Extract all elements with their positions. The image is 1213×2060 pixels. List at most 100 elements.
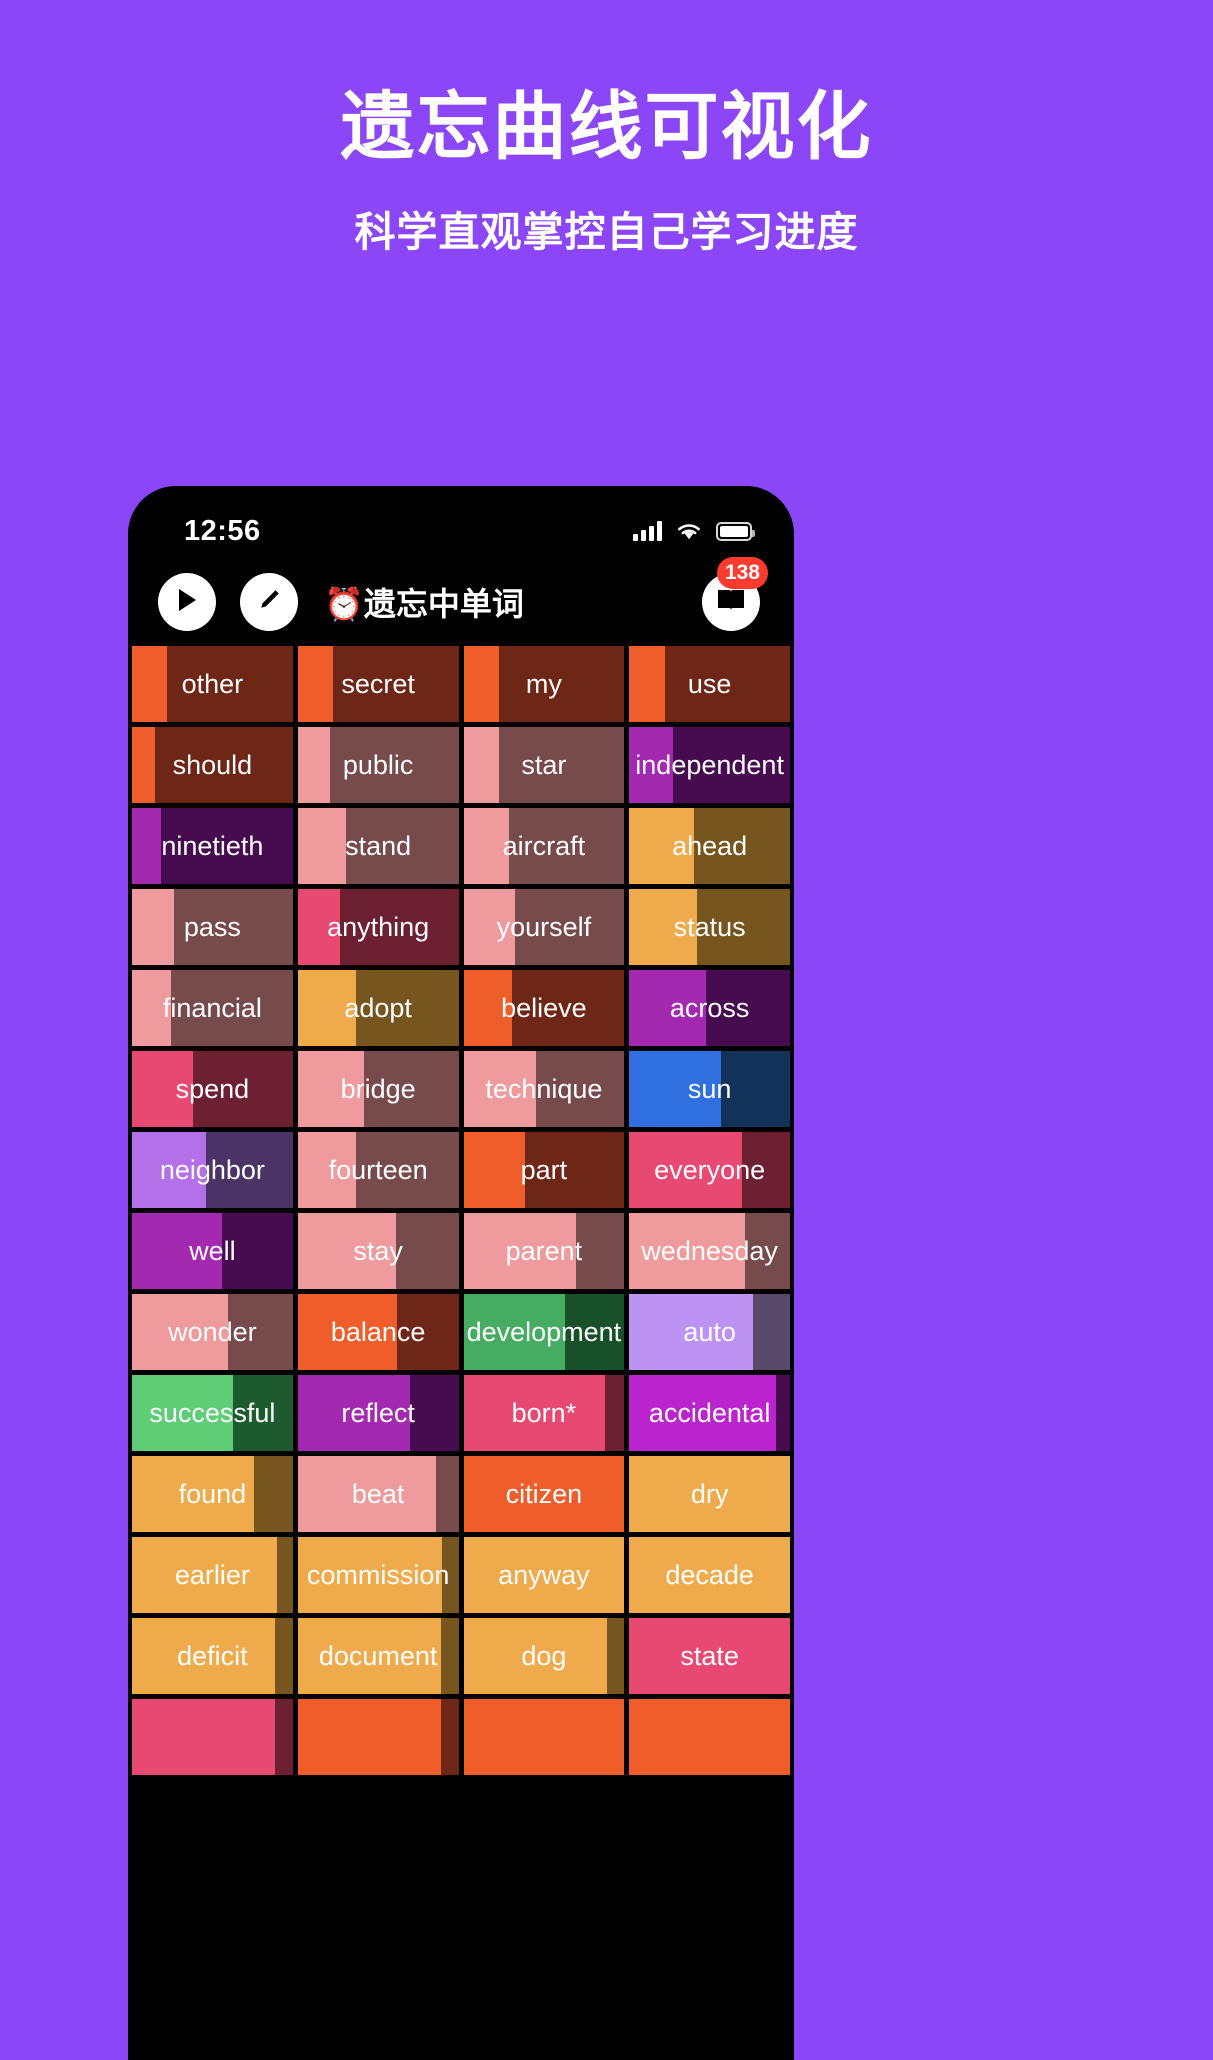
status-time: 12:56	[184, 514, 261, 547]
status-bar: 12:56	[128, 486, 794, 558]
word-cell[interactable]: aircraft	[463, 808, 625, 884]
word-cell[interactable]: my	[463, 646, 625, 722]
word-cell[interactable]: star	[463, 727, 625, 803]
word-cell[interactable]: wednesday	[629, 1213, 790, 1289]
word-cell[interactable]: reflect	[297, 1375, 459, 1451]
word-cell[interactable]: document	[297, 1618, 459, 1694]
word-cell[interactable]: everyone	[629, 1132, 790, 1208]
word-cell[interactable]: stay	[297, 1213, 459, 1289]
word-cell[interactable]: technique	[463, 1051, 625, 1127]
word-cell[interactable]: other	[132, 646, 293, 722]
word-cell[interactable]: successful	[132, 1375, 293, 1451]
word-cell[interactable]: beat	[297, 1456, 459, 1532]
word-cell[interactable]: use	[629, 646, 790, 722]
word-cell[interactable]: development	[463, 1294, 625, 1370]
word-cell[interactable]: anyway	[463, 1537, 625, 1613]
word-cell[interactable]: dog	[463, 1618, 625, 1694]
memory-progress-fill	[297, 808, 346, 884]
word-cell[interactable]: adopt	[297, 970, 459, 1046]
word-cell[interactable]	[297, 1699, 459, 1775]
word-grid[interactable]: other secret my use should public star independ…	[128, 646, 794, 1775]
word-cell[interactable]: well	[132, 1213, 293, 1289]
word-cell[interactable]: pass	[132, 889, 293, 965]
word-label: successful	[149, 1397, 276, 1428]
word-cell[interactable]: financial	[132, 970, 293, 1046]
word-cell[interactable]: bridge	[297, 1051, 459, 1127]
word-label: earlier	[174, 1559, 250, 1590]
word-label: found	[178, 1478, 247, 1509]
word-label: bridge	[340, 1073, 416, 1104]
word-cell[interactable]: sun	[629, 1051, 790, 1127]
word-cell[interactable]: parent	[463, 1213, 625, 1289]
word-label: born*	[511, 1397, 577, 1428]
wifi-icon	[676, 521, 702, 541]
phone-mockup: 12:56 ⏰遗忘中单词 138 other secret my use sho…	[128, 486, 794, 2060]
memory-progress-fill	[132, 889, 174, 965]
memory-progress-fill	[297, 646, 334, 722]
word-cell[interactable]: born*	[463, 1375, 625, 1451]
play-button[interactable]	[158, 573, 216, 631]
word-cell[interactable]: status	[629, 889, 790, 965]
word-cell[interactable]: citizen	[463, 1456, 625, 1532]
word-cell[interactable]	[629, 1699, 790, 1775]
word-cell[interactable]: ahead	[629, 808, 790, 884]
word-cell[interactable]: public	[297, 727, 459, 803]
word-cell[interactable]: earlier	[132, 1537, 293, 1613]
cellular-bars-icon	[633, 521, 662, 541]
word-cell[interactable]: deficit	[132, 1618, 293, 1694]
word-label: neighbor	[159, 1154, 265, 1185]
word-label: commission	[306, 1559, 450, 1590]
word-label: other	[181, 668, 244, 699]
word-label: auto	[683, 1316, 736, 1347]
word-cell[interactable]: auto	[629, 1294, 790, 1370]
word-cell[interactable]: found	[132, 1456, 293, 1532]
word-cell[interactable]: secret	[297, 646, 459, 722]
pencil-icon	[256, 587, 282, 618]
word-cell[interactable]: balance	[297, 1294, 459, 1370]
word-cell[interactable]	[463, 1699, 625, 1775]
word-cell[interactable]: dry	[629, 1456, 790, 1532]
word-label: dry	[690, 1478, 729, 1509]
word-label: ahead	[672, 830, 748, 861]
word-label: secret	[341, 668, 415, 699]
status-icons	[633, 521, 755, 541]
word-label: decade	[665, 1559, 754, 1590]
word-label: public	[342, 749, 414, 780]
word-cell[interactable]: independent	[629, 727, 790, 803]
word-cell[interactable]: state	[629, 1618, 790, 1694]
word-cell[interactable]: yourself	[463, 889, 625, 965]
word-cell[interactable]: neighbor	[132, 1132, 293, 1208]
wordbook-button[interactable]: 138	[702, 557, 768, 631]
edit-button[interactable]	[240, 573, 298, 631]
word-label: everyone	[654, 1154, 766, 1185]
word-cell[interactable]: spend	[132, 1051, 293, 1127]
word-cell[interactable]: ninetieth	[132, 808, 293, 884]
word-label: anyway	[498, 1559, 590, 1590]
word-cell[interactable]	[132, 1699, 293, 1775]
word-cell[interactable]: accidental	[629, 1375, 790, 1451]
word-label: stay	[353, 1235, 403, 1266]
word-label: use	[687, 668, 732, 699]
word-cell[interactable]: believe	[463, 970, 625, 1046]
word-cell[interactable]: fourteen	[297, 1132, 459, 1208]
word-cell[interactable]: anything	[297, 889, 459, 965]
word-label: pass	[183, 911, 241, 942]
word-cell[interactable]: commission	[297, 1537, 459, 1613]
word-label: independent	[635, 749, 784, 780]
page-subtitle: 科学直观掌控自己学习进度	[354, 208, 859, 255]
word-label: citizen	[505, 1478, 583, 1509]
word-cell[interactable]: stand	[297, 808, 459, 884]
word-label: dog	[521, 1640, 567, 1671]
word-cell[interactable]: decade	[629, 1537, 790, 1613]
word-label: balance	[330, 1316, 426, 1347]
word-label: should	[172, 749, 253, 780]
word-cell[interactable]: across	[629, 970, 790, 1046]
badge-count: 138	[716, 557, 768, 589]
word-label: spend	[175, 1073, 250, 1104]
word-cell[interactable]: part	[463, 1132, 625, 1208]
app-toolbar: ⏰遗忘中单词 138	[128, 557, 794, 646]
word-label: anything	[327, 911, 430, 942]
word-cell[interactable]: wonder	[132, 1294, 293, 1370]
word-label: technique	[485, 1073, 603, 1104]
word-cell[interactable]: should	[132, 727, 293, 803]
